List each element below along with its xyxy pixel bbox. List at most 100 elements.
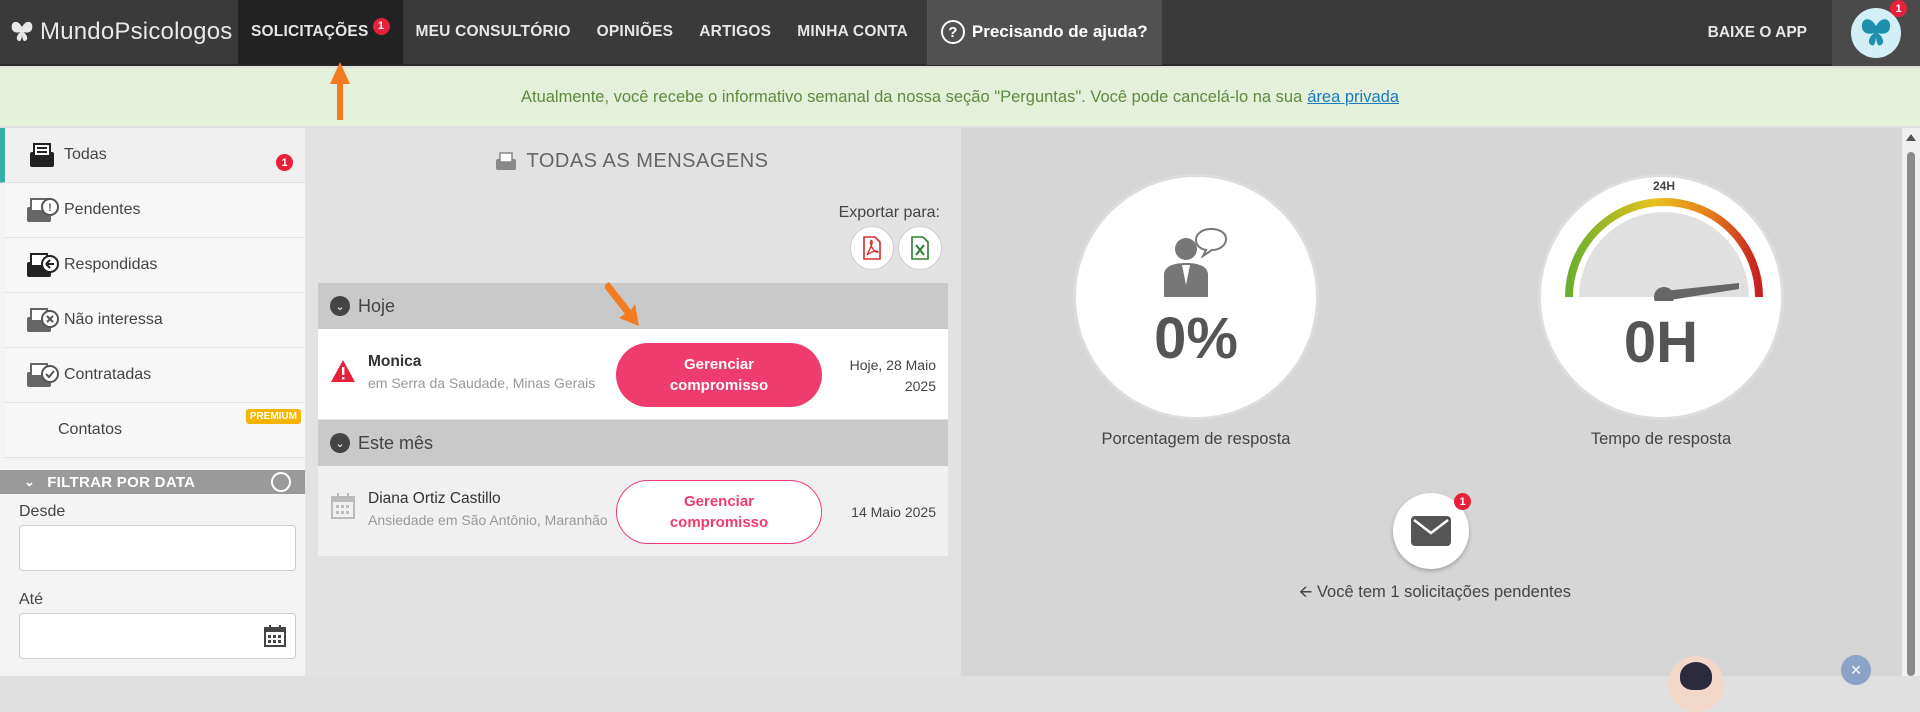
sidebar-item-nao-interessa[interactable]: Não interessa xyxy=(5,293,305,348)
sidebar-item-label: Respondidas xyxy=(64,256,158,273)
inbox-replied-icon xyxy=(25,251,59,279)
sidebar-badge: 1 xyxy=(276,154,293,171)
export-excel-button[interactable] xyxy=(898,226,942,270)
row-location: Ansiedade em São Antônio, Maranhão xyxy=(368,512,608,528)
chevron-down-icon: ⌄ xyxy=(330,296,350,316)
row-date: 14 Maio 2025 xyxy=(851,502,936,523)
warning-icon xyxy=(330,359,356,388)
scroll-up-icon[interactable] xyxy=(1906,134,1916,141)
nav-minha-conta[interactable]: MINHA CONTA xyxy=(784,0,921,65)
row-date: Hoje, 28 Maio 2025 xyxy=(850,355,936,397)
scrollbar-thumb[interactable] xyxy=(1907,152,1915,676)
avatar-badge: 1 xyxy=(1890,0,1907,17)
excel-icon xyxy=(911,236,929,260)
pdf-icon xyxy=(863,236,881,260)
sidebar-item-todas[interactable]: Todas 1 xyxy=(0,128,305,183)
response-rate-label: Porcentagem de resposta xyxy=(1101,430,1291,448)
group-title: Este mês xyxy=(358,432,434,453)
sidebar-item-contratadas[interactable]: Contratadas xyxy=(5,348,305,403)
avatar: 1 xyxy=(1851,0,1907,58)
sidebar-item-label: Não interessa xyxy=(64,311,163,328)
nav-meu-consultorio[interactable]: MEU CONSULTÓRIO xyxy=(403,0,584,65)
sidebar-item-contatos[interactable]: Contatos PREMIUM xyxy=(5,403,305,458)
newsletter-info-bar: Atualmente, você recebe o informativo se… xyxy=(0,68,1920,126)
sidebar-item-label: Contratadas xyxy=(64,366,152,383)
nav-label: MEU CONSULTÓRIO xyxy=(415,23,571,40)
messages-title-text: TODAS AS MENSAGENS xyxy=(526,150,769,172)
sidebar-item-label: Pendentes xyxy=(64,201,141,218)
svg-text:!: ! xyxy=(48,202,52,214)
help-button[interactable]: ? Precisando de ajuda? xyxy=(926,0,1162,65)
date-line: 2025 xyxy=(904,378,936,394)
app-label: BAIXE O APP xyxy=(1707,24,1807,41)
sidebar-item-label: Todas xyxy=(64,146,107,163)
arrow-up-annotation-icon xyxy=(330,62,350,120)
help-label: Precisando de ajuda? xyxy=(971,22,1148,41)
inbox-rejected-icon xyxy=(25,306,59,334)
row-name: Diana Ortiz Castillo xyxy=(368,490,501,507)
close-icon: × xyxy=(1850,659,1862,680)
clear-filter-icon[interactable] xyxy=(271,472,291,492)
chat-close-button[interactable]: × xyxy=(1841,655,1871,685)
messages-panel: TODAS AS MENSAGENS Exportar para: ⌄ Hoje… xyxy=(305,128,960,676)
manage-appointment-button[interactable]: Gerenciar compromisso xyxy=(616,343,822,407)
pending-requests-button[interactable]: 1 xyxy=(1393,493,1471,569)
button-line: Gerenciar xyxy=(683,356,755,373)
sidebar-item-label: Contatos xyxy=(58,421,123,438)
logo[interactable]: MundoPsicologos xyxy=(0,0,238,65)
chevron-down-icon: ⌄ xyxy=(24,474,36,489)
filter-by-date-header[interactable]: ⌄ FILTRAR POR DATA xyxy=(0,470,305,494)
to-date-label: Até xyxy=(19,591,44,608)
premium-badge: PREMIUM xyxy=(245,409,301,424)
top-navbar: MundoPsicologos SOLICITAÇÕES 1 MEU CONSU… xyxy=(0,0,1920,66)
row-location: em Serra da Saudade, Minas Gerais xyxy=(368,375,596,391)
response-time-circle: 24H 0H xyxy=(1538,174,1784,420)
chat-widget-avatar[interactable] xyxy=(1668,656,1724,712)
button-label: Gerenciar compromisso xyxy=(670,354,768,396)
arrow-down-right-annotation-icon xyxy=(605,282,639,326)
sidebar-item-respondidas[interactable]: Respondidas xyxy=(5,238,305,293)
message-row[interactable]: Monica em Serra da Saudade, Minas Gerais… xyxy=(318,329,948,419)
message-row[interactable]: Diana Ortiz Castillo Ansiedade em São An… xyxy=(318,466,948,556)
messages-title: TODAS AS MENSAGENS xyxy=(305,150,960,173)
button-line: compromisso xyxy=(669,377,769,394)
butterfly-icon xyxy=(11,21,33,42)
export-pdf-button[interactable] xyxy=(850,226,894,270)
response-rate-circle: 0% xyxy=(1073,174,1319,420)
question-icon: ? xyxy=(940,20,965,44)
nav-artigos[interactable]: ARTIGOS xyxy=(686,0,784,65)
private-area-link[interactable]: área privada xyxy=(1307,88,1399,107)
pending-text: Você tem 1 solicitações pendentes xyxy=(1316,583,1572,601)
avatar-menu[interactable]: 1 xyxy=(1832,0,1920,66)
sidebar-item-pendentes[interactable]: ! Pendentes xyxy=(5,183,305,238)
row-name: Monica xyxy=(368,353,422,370)
nav-solicitacoes-badge: 1 xyxy=(372,17,390,35)
date-line: Hoje, 28 Maio xyxy=(849,357,936,373)
response-time-value: 0H xyxy=(1623,310,1699,375)
stats-panel: 0% Porcentagem de resposta 24H 0H Tempo … xyxy=(961,128,1920,712)
manage-appointment-button[interactable]: Gerenciar compromisso xyxy=(616,480,822,544)
button-line: Gerenciar xyxy=(683,493,755,510)
nav-label: MINHA CONTA xyxy=(797,23,908,40)
nav-opinioes[interactable]: OPINIÕES xyxy=(584,0,687,65)
logo-text: MundoPsicologos xyxy=(40,18,233,45)
nav-solicitacoes[interactable]: SOLICITAÇÕES 1 xyxy=(238,0,403,65)
calendar-icon[interactable] xyxy=(263,624,287,653)
envelope-icon xyxy=(1411,516,1451,546)
nav-label: ARTIGOS xyxy=(699,23,772,40)
to-date-field[interactable] xyxy=(19,613,296,659)
pending-requests-text[interactable]: 🡨 Você tem 1 solicitações pendentes xyxy=(1295,580,1575,608)
from-date-field[interactable] xyxy=(19,525,296,571)
gauge-icon xyxy=(1565,198,1763,301)
scrollbar[interactable] xyxy=(1902,128,1920,676)
inbox-pending-icon: ! xyxy=(25,196,59,224)
nav-label: OPINIÕES xyxy=(596,23,674,40)
nav-solicitacoes-label: SOLICITAÇÕES xyxy=(251,23,369,40)
group-header-este-mes[interactable]: ⌄ Este mês xyxy=(318,420,948,466)
button-label: Gerenciar compromisso xyxy=(670,491,768,533)
group-title: Hoje xyxy=(358,295,396,316)
gauge-max-label: 24H xyxy=(1652,179,1675,193)
arrow-left-icon: 🡨 xyxy=(1298,583,1317,601)
download-app-link[interactable]: BAIXE O APP xyxy=(1708,0,1807,66)
chevron-down-icon: ⌄ xyxy=(330,433,350,453)
